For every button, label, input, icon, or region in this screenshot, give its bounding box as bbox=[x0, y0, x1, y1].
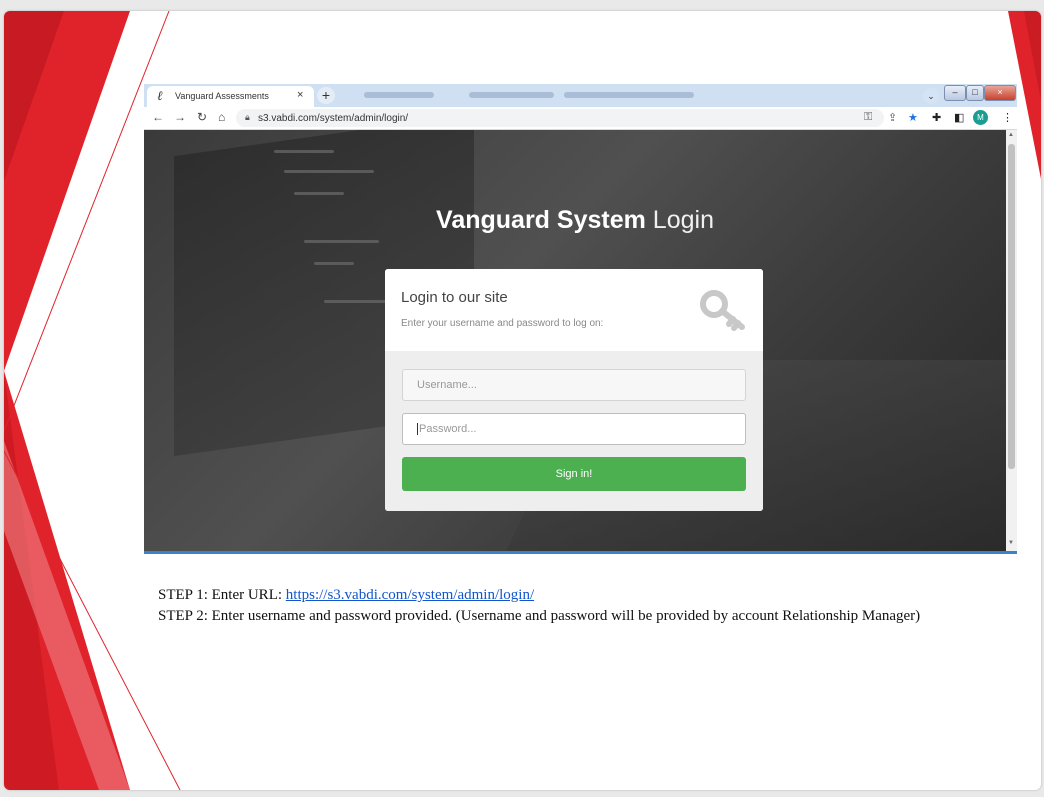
password-placeholder: Password... bbox=[419, 423, 477, 435]
tab-search-icon[interactable]: ⌄ bbox=[923, 88, 939, 104]
signin-button[interactable]: Sign in! bbox=[402, 457, 746, 491]
step-1: STEP 1: Enter URL: https://s3.vabdi.com/… bbox=[158, 585, 920, 606]
address-toolbar: ← → ↻ ⌂ 🔒︎ s3.vabdi.com/system/admin/log… bbox=[144, 107, 1017, 130]
login-url-link[interactable]: https://s3.vabdi.com/system/admin/login/ bbox=[286, 587, 534, 603]
new-tab-button[interactable]: + bbox=[317, 87, 335, 104]
login-subtitle: Enter your username and password to log … bbox=[401, 318, 604, 329]
star-icon[interactable]: ★ bbox=[908, 111, 918, 124]
login-form-header: Login to our site Enter your username an… bbox=[385, 269, 763, 351]
background-code-line bbox=[314, 262, 354, 265]
profile-avatar[interactable]: M bbox=[973, 110, 988, 125]
minimize-button[interactable]: – bbox=[944, 85, 966, 101]
tab-favicon-icon: ℓ bbox=[157, 89, 163, 104]
background-tab-blur[interactable] bbox=[364, 92, 434, 98]
tab-strip: ℓ Vanguard Assessments × + ⌄ – □ × bbox=[144, 84, 1017, 107]
scroll-up-icon[interactable]: ▲ bbox=[1008, 132, 1014, 138]
key-icon bbox=[700, 290, 745, 331]
page-title: Vanguard System Login bbox=[144, 206, 1006, 235]
close-window-button[interactable]: × bbox=[984, 85, 1016, 101]
address-bar[interactable]: 🔒︎ s3.vabdi.com/system/admin/login/ ⚿ ⇪ … bbox=[236, 109, 918, 127]
home-icon[interactable]: ⌂ bbox=[218, 110, 225, 124]
kebab-menu-icon[interactable]: ⋮ bbox=[1002, 111, 1013, 124]
step-2: STEP 2: Enter username and password prov… bbox=[158, 608, 921, 624]
tab-title: Vanguard Assessments bbox=[175, 91, 269, 101]
username-field[interactable]: Username... bbox=[402, 369, 746, 401]
forward-arrow-icon[interactable]: → bbox=[174, 110, 186, 124]
maximize-button[interactable]: □ bbox=[966, 85, 984, 101]
background-code-line bbox=[284, 170, 374, 173]
step-1-prefix: STEP 1: Enter URL: bbox=[158, 587, 286, 603]
taskbar-strip bbox=[144, 551, 1017, 554]
scrollbar-thumb[interactable] bbox=[1008, 144, 1015, 469]
text-caret bbox=[417, 423, 418, 436]
background-code-line bbox=[324, 300, 394, 303]
page-viewport: Vanguard System Login Login to our site … bbox=[144, 130, 1006, 551]
scroll-down-icon[interactable]: ▼ bbox=[1008, 540, 1014, 546]
presentation-slide: ℓ Vanguard Assessments × + ⌄ – □ × ← → ↻… bbox=[4, 11, 1041, 790]
window-controls: – □ × bbox=[944, 85, 1016, 101]
lock-icon[interactable]: 🔒︎ bbox=[245, 112, 250, 123]
background-tab-blur[interactable] bbox=[469, 92, 554, 98]
login-title: Login to our site bbox=[401, 289, 508, 306]
page-title-light: Login bbox=[652, 206, 714, 234]
puzzle-icon[interactable]: ✚ bbox=[932, 111, 941, 124]
instruction-text: STEP 1: Enter URL: https://s3.vabdi.com/… bbox=[158, 585, 920, 627]
vertical-scrollbar[interactable]: ▲ ▼ bbox=[1006, 130, 1017, 551]
login-form: Login to our site Enter your username an… bbox=[385, 269, 763, 511]
login-form-body: Username... Password... Sign in! bbox=[385, 351, 763, 511]
browser-tab[interactable]: ℓ Vanguard Assessments × bbox=[147, 86, 314, 107]
page-title-bold: Vanguard System bbox=[436, 206, 646, 234]
key-icon[interactable]: ⚿ bbox=[864, 111, 872, 124]
url-text[interactable]: s3.vabdi.com/system/admin/login/ bbox=[258, 113, 408, 124]
background-code-line bbox=[274, 150, 334, 153]
background-tab-blur[interactable] bbox=[564, 92, 694, 98]
side-panel-icon[interactable]: ◧ bbox=[954, 111, 964, 124]
password-field[interactable]: Password... bbox=[402, 413, 746, 445]
background-code-line bbox=[304, 240, 379, 243]
back-arrow-icon[interactable]: ← bbox=[152, 110, 164, 124]
reload-icon[interactable]: ↻ bbox=[197, 110, 207, 124]
background-code-line bbox=[294, 192, 344, 195]
browser-screenshot: ℓ Vanguard Assessments × + ⌄ – □ × ← → ↻… bbox=[144, 84, 1017, 554]
tab-close-icon[interactable]: × bbox=[297, 89, 303, 101]
share-icon[interactable]: ⇪ bbox=[888, 111, 897, 124]
